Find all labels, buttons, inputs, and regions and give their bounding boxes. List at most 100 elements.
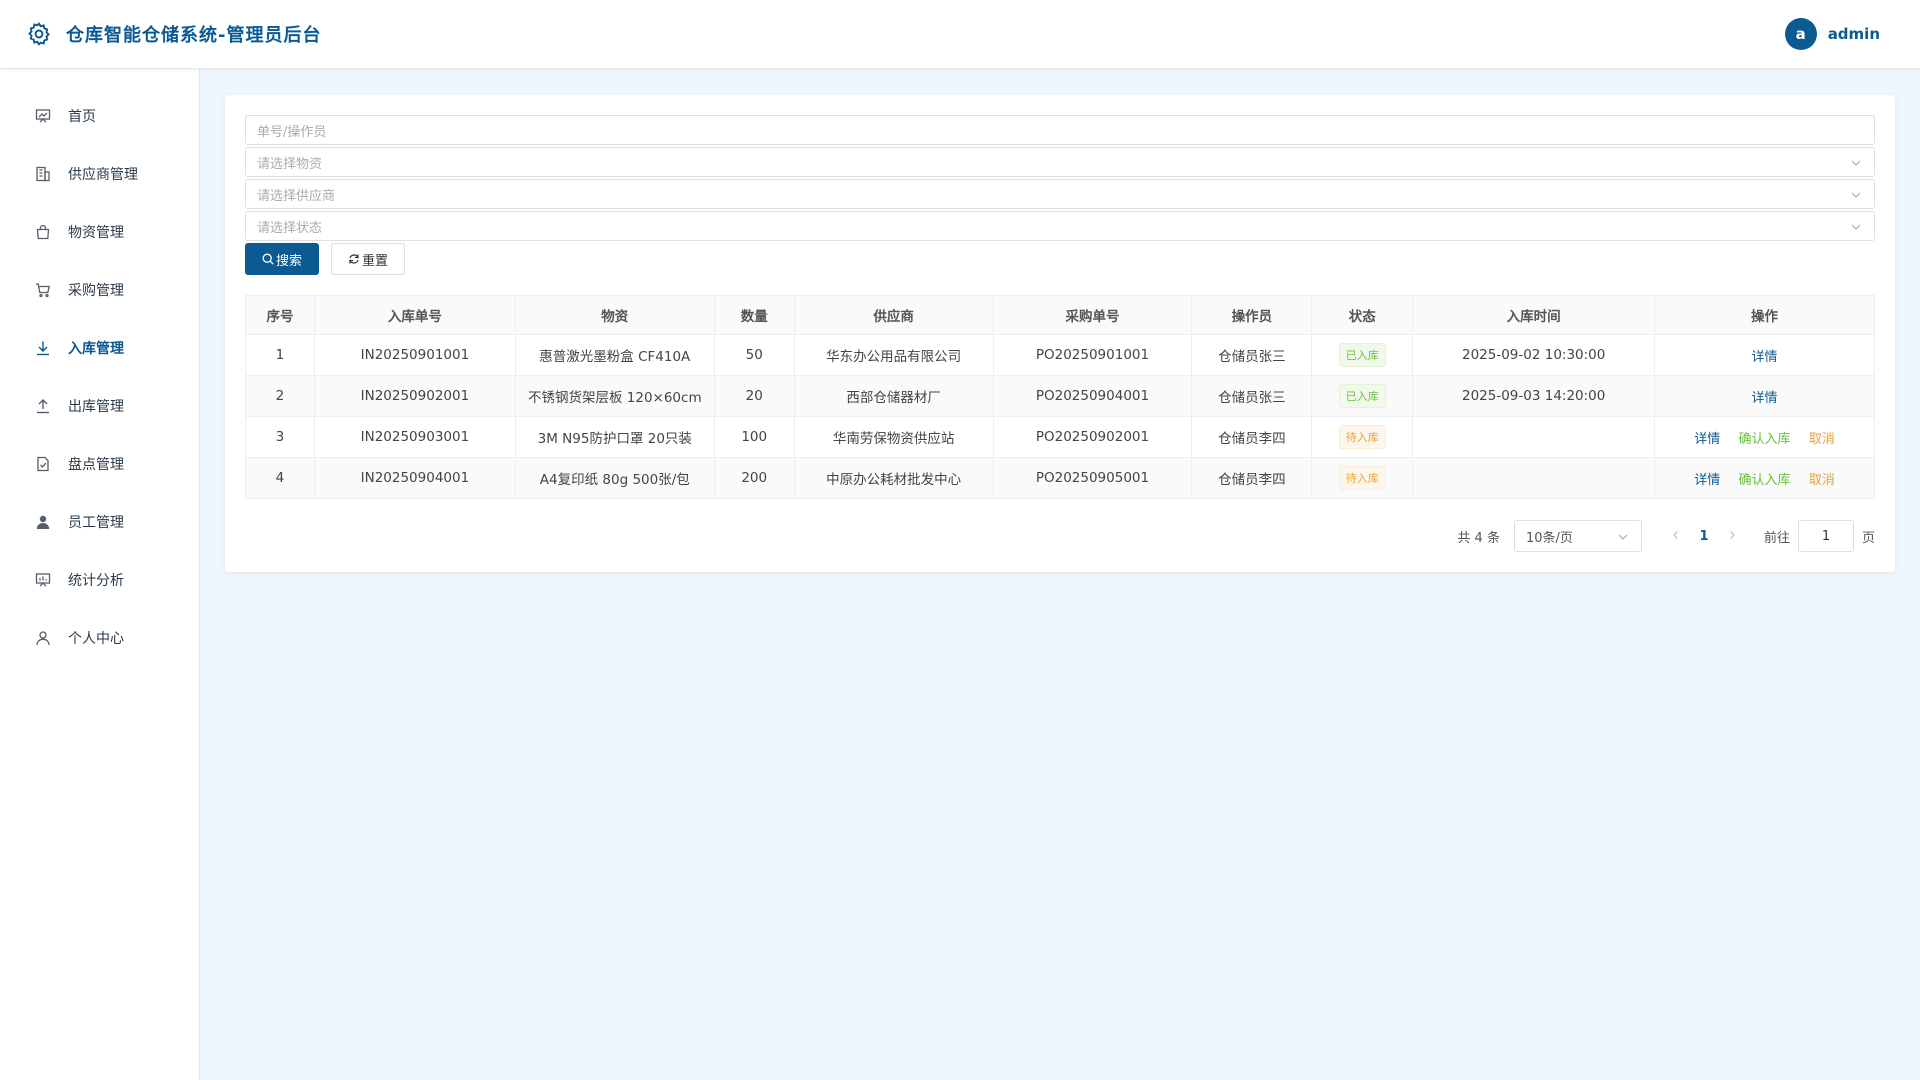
chevron-down-icon: [1850, 189, 1862, 201]
sidebar-item-materials[interactable]: 物资管理: [0, 203, 199, 261]
detail-link[interactable]: 详情: [1694, 473, 1720, 488]
gear-icon: [26, 21, 52, 47]
detail-link[interactable]: 详情: [1752, 391, 1778, 406]
sidebar-item-label: 出库管理: [68, 399, 124, 415]
cell-time: 2025-09-03 14:20:00: [1412, 375, 1656, 417]
sidebar-item-outbound[interactable]: 出库管理: [0, 377, 199, 435]
page-suffix: 页: [1861, 530, 1875, 546]
detail-link[interactable]: 详情: [1752, 350, 1778, 365]
page-number[interactable]: 1: [1688, 529, 1720, 544]
cell-actions: 详情 确认入库 取消: [1654, 457, 1875, 499]
column-header: 采购单号: [992, 295, 1193, 335]
material-placeholder: 请选择物资: [257, 156, 323, 172]
sidebar-item-home[interactable]: 首页: [0, 87, 199, 145]
reset-button-label: 重置: [361, 253, 388, 269]
cell-po-no: PO20250904001: [992, 375, 1193, 417]
detail-link[interactable]: 详情: [1694, 432, 1720, 447]
status-placeholder: 请选择状态: [257, 220, 323, 236]
sidebar-item-profile[interactable]: 个人中心: [0, 609, 199, 667]
cell-po-no: PO20250905001: [992, 457, 1193, 499]
reset-button[interactable]: 重置: [331, 243, 405, 275]
building-icon: [34, 165, 52, 183]
download-icon: [34, 339, 52, 357]
cancel-link[interactable]: 取消: [1809, 432, 1835, 447]
upload-icon: [34, 397, 52, 415]
cell-material: 不锈钢货架层板 120×60cm: [514, 375, 715, 417]
sidebar-item-label: 首页: [68, 109, 96, 125]
status-badge: 待入库: [1338, 425, 1386, 449]
cancel-link[interactable]: 取消: [1809, 473, 1835, 488]
avatar[interactable]: a: [1784, 18, 1817, 50]
total-count: 共 4 条: [1457, 530, 1500, 546]
table-row: 2 IN20250902001 不锈钢货架层板 120×60cm 20 西部仓储…: [245, 375, 1875, 417]
chevron-left-icon: [1673, 530, 1678, 539]
inbound-card: 单号/操作员 请选择物资 请选择供应商 请选择状态 搜索 重置 序号 入库单号 …: [225, 95, 1895, 572]
cell-qty: 50: [713, 334, 795, 376]
sidebar-item-inventory-check[interactable]: 盘点管理: [0, 435, 199, 493]
cell-index: 2: [245, 375, 315, 417]
supplier-placeholder: 请选择供应商: [257, 188, 336, 204]
goto-page-input[interactable]: 1: [1797, 520, 1854, 552]
bag-icon: [34, 223, 52, 241]
inbound-table: 序号 入库单号 物资 数量 供应商 采购单号 操作员 状态 入库时间 操作 1 …: [245, 295, 1875, 499]
sidebar-item-suppliers[interactable]: 供应商管理: [0, 145, 199, 203]
material-select[interactable]: 请选择物资: [245, 147, 1875, 177]
cell-qty: 100: [713, 416, 795, 458]
sidebar: 首页 供应商管理 物资管理 采购管理 入库管理 出库管理 盘点管理 员工管理 统…: [0, 69, 200, 1080]
cell-inbound-no: IN20250901001: [313, 334, 516, 376]
keyword-input[interactable]: 单号/操作员: [245, 115, 1875, 145]
search-icon: [262, 253, 274, 265]
search-button-label: 搜索: [275, 253, 302, 269]
cell-actions: 详情 确认入库 取消: [1654, 416, 1875, 458]
confirm-inbound-link[interactable]: 确认入库: [1739, 473, 1791, 488]
table-header-row: 序号 入库单号 物资 数量 供应商 采购单号 操作员 状态 入库时间 操作: [245, 295, 1875, 335]
chart-board-icon: [34, 571, 52, 589]
cell-material: 惠普激光墨粉盒 CF410A: [514, 334, 715, 376]
column-header: 入库单号: [313, 295, 516, 335]
user-menu[interactable]: a admin: [1784, 18, 1880, 50]
next-page-button[interactable]: [1720, 529, 1744, 544]
cell-operator: 仓储员张三: [1191, 334, 1313, 376]
checklist-icon: [34, 455, 52, 473]
cell-status: 待入库: [1311, 457, 1414, 499]
sidebar-item-staff[interactable]: 员工管理: [0, 493, 199, 551]
confirm-inbound-link[interactable]: 确认入库: [1739, 432, 1791, 447]
sidebar-item-label: 员工管理: [68, 515, 124, 531]
status-badge: 已入库: [1338, 384, 1386, 408]
cell-material: 3M N95防护口罩 20只装: [514, 416, 715, 458]
chevron-down-icon: [1617, 531, 1629, 543]
cell-qty: 200: [713, 457, 795, 499]
column-header: 操作员: [1191, 295, 1313, 335]
sidebar-item-purchase[interactable]: 采购管理: [0, 261, 199, 319]
table-row: 1 IN20250901001 惠普激光墨粉盒 CF410A 50 华东办公用品…: [245, 334, 1875, 376]
column-header: 数量: [713, 295, 795, 335]
page-size-select[interactable]: 10条/页: [1513, 520, 1642, 552]
sidebar-item-label: 采购管理: [68, 283, 124, 299]
search-button[interactable]: 搜索: [245, 243, 319, 275]
cell-inbound-no: IN20250904001: [313, 457, 516, 499]
cell-actions: 详情: [1654, 375, 1875, 417]
cell-po-no: PO20250902001: [992, 416, 1193, 458]
supplier-select[interactable]: 请选择供应商: [245, 179, 1875, 209]
sidebar-item-statistics[interactable]: 统计分析: [0, 551, 199, 609]
filter-actions: 搜索 重置: [245, 243, 1875, 275]
cell-operator: 仓储员李四: [1191, 457, 1313, 499]
pagination: 共 4 条 10条/页 1 前往 1 页: [1457, 520, 1875, 552]
sidebar-item-label: 盘点管理: [68, 457, 124, 473]
status-select[interactable]: 请选择状态: [245, 211, 1875, 241]
cell-index: 4: [245, 457, 315, 499]
prev-page-button[interactable]: [1664, 529, 1688, 544]
cell-operator: 仓储员张三: [1191, 375, 1313, 417]
top-header: 仓库智能仓储系统-管理员后台 a admin: [0, 0, 1920, 69]
app-title: 仓库智能仓储系统-管理员后台: [66, 25, 322, 46]
column-header: 供应商: [793, 295, 994, 335]
cell-material: A4复印纸 80g 500张/包: [514, 457, 715, 499]
refresh-icon: [349, 254, 359, 264]
column-header: 状态: [1311, 295, 1414, 335]
table-row: 3 IN20250903001 3M N95防护口罩 20只装 100 华南劳保…: [245, 416, 1875, 458]
username[interactable]: admin: [1828, 25, 1880, 43]
column-header: 操作: [1654, 295, 1875, 335]
cell-time: [1412, 457, 1656, 499]
sidebar-item-inbound[interactable]: 入库管理: [0, 319, 199, 377]
dashboard-icon: [34, 107, 52, 125]
